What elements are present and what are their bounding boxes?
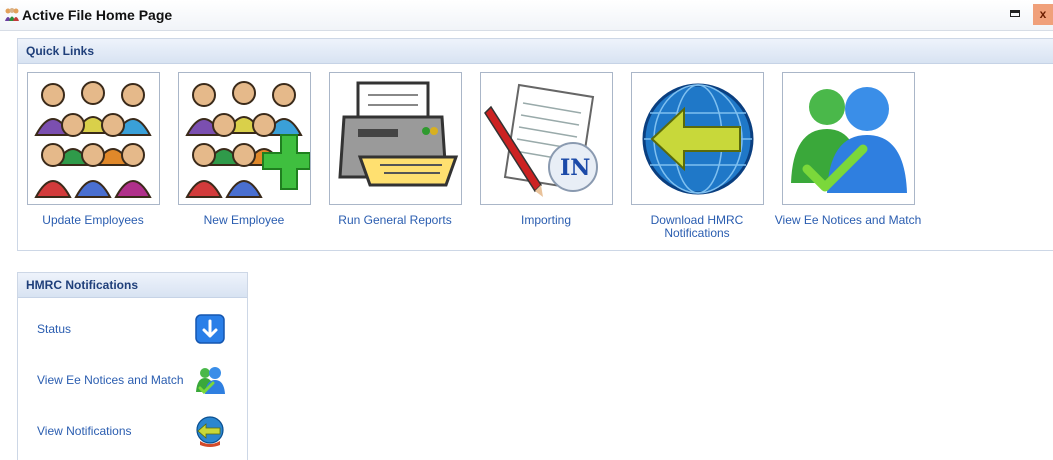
hmrc-notifications-panel: HMRC Notifications Status View Ee Notice… bbox=[17, 272, 248, 460]
printer-icon bbox=[328, 72, 462, 205]
run-general-reports-label: Run General Reports bbox=[338, 213, 452, 227]
importing-link[interactable]: IN Importing bbox=[471, 72, 621, 227]
restore-icon[interactable] bbox=[1010, 10, 1020, 17]
people-icon bbox=[5, 8, 19, 21]
close-button[interactable]: x bbox=[1033, 4, 1053, 25]
view-notifications-link[interactable]: View Notifications bbox=[18, 413, 247, 449]
window-title: Active File Home Page bbox=[22, 7, 173, 23]
employees-group-icon bbox=[26, 72, 160, 205]
globe-icon bbox=[196, 416, 224, 447]
status-label: Status bbox=[37, 322, 72, 336]
quick-links-header: Quick Links bbox=[18, 39, 1053, 64]
download-hmrc-notifications-label: Download HMRC Notifications bbox=[650, 213, 744, 240]
update-employees-label: Update Employees bbox=[42, 213, 144, 227]
hmrc-notifications-header: HMRC Notifications bbox=[18, 273, 247, 298]
download-hmrc-notifications-link[interactable]: Download HMRC Notifications bbox=[622, 72, 772, 240]
view-ee-notices-label: View Ee Notices and Match bbox=[774, 213, 922, 227]
new-employee-link[interactable]: New Employee bbox=[169, 72, 319, 227]
svg-text:IN: IN bbox=[560, 155, 590, 181]
title-bar: Active File Home Page x bbox=[0, 0, 1053, 31]
view-ee-notices-link[interactable]: View Ee Notices and Match bbox=[773, 72, 923, 227]
update-employees-link[interactable]: Update Employees bbox=[18, 72, 168, 227]
quick-links-panel: Quick Links Update Employees New Employe… bbox=[17, 38, 1053, 251]
importing-label: Importing bbox=[520, 213, 572, 227]
new-employee-label: New Employee bbox=[203, 213, 285, 227]
view-ee-notices-match-label: View Ee Notices and Match bbox=[37, 373, 184, 387]
users-check-icon bbox=[781, 72, 915, 205]
status-link[interactable]: Status bbox=[18, 311, 247, 347]
run-general-reports-link[interactable]: Run General Reports bbox=[320, 72, 470, 227]
view-ee-notices-match-link[interactable]: View Ee Notices and Match bbox=[18, 362, 247, 398]
view-notifications-label: View Notifications bbox=[37, 424, 132, 438]
down-arrow-icon bbox=[195, 314, 225, 344]
add-employee-icon bbox=[177, 72, 311, 205]
globe-download-icon bbox=[630, 72, 764, 205]
users-check-icon bbox=[196, 367, 225, 395]
import-document-icon: IN bbox=[479, 72, 613, 205]
